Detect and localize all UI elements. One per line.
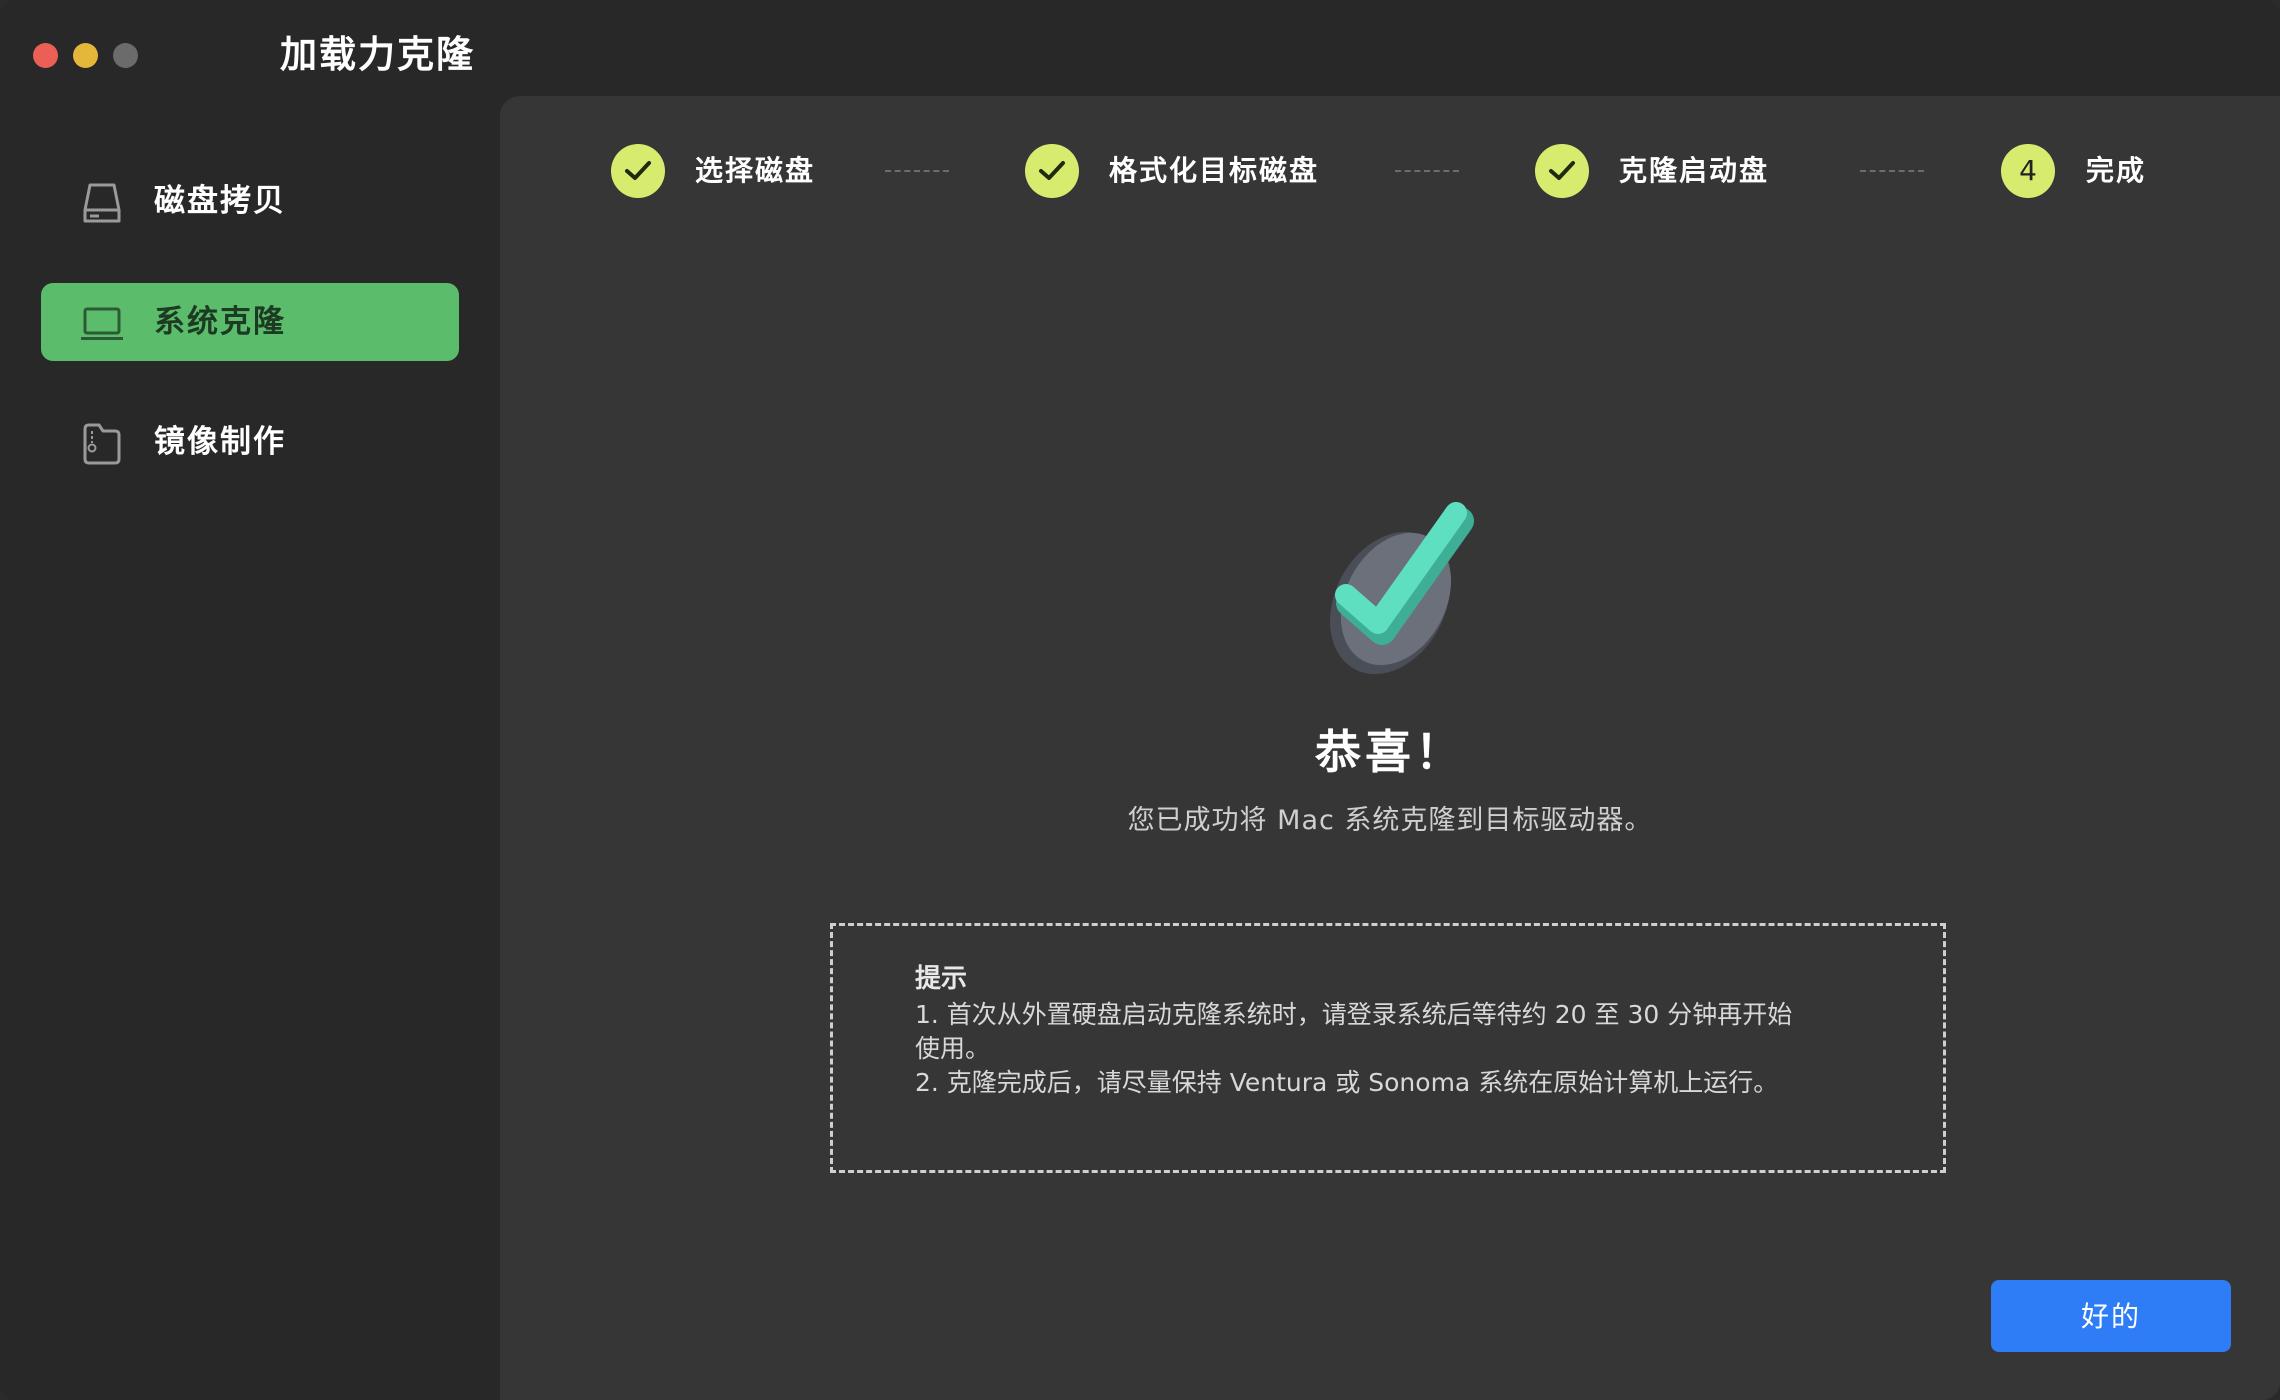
main-panel: 选择磁盘 格式化目标磁盘 克隆启动盘 4 完成 恭喜！ 您已成功将 Mac 系统… (500, 96, 2280, 1400)
app-window: 加载力克隆 磁盘拷贝 系统克隆 镜像制作 选择磁盘 格式化目标磁盘 克隆启动盘 … (0, 0, 2280, 1400)
sidebar: 磁盘拷贝 系统克隆 镜像制作 (0, 96, 500, 1400)
sidebar-item-label: 磁盘拷贝 (154, 183, 286, 219)
ok-button[interactable]: 好的 (1991, 1280, 2231, 1352)
step-label-select-disk: 选择磁盘 (695, 154, 816, 187)
app-title: 加载力克隆 (280, 33, 475, 76)
sidebar-item-system-clone[interactable]: 系统克隆 (41, 283, 459, 361)
step-label-format-disk: 格式化目标磁盘 (1109, 154, 1320, 187)
step-number-badge: 4 (2001, 144, 2055, 198)
sidebar-item-image-creation[interactable]: 镜像制作 (41, 403, 459, 481)
success-message: 您已成功将 Mac 系统克隆到目标驱动器。 (1127, 805, 1653, 836)
tips-title: 提示 (915, 964, 968, 994)
success-title: 恭喜！ (1315, 725, 1465, 779)
step-done-check-icon (1025, 144, 1079, 198)
step-done-check-icon (611, 144, 665, 198)
sidebar-item-label: 镜像制作 (154, 424, 286, 460)
tips-line: 1. 首次从外置硬盘启动克隆系统时，请登录系统后等待约 20 至 30 分钟再开… (915, 1000, 1793, 1029)
close-window-button[interactable] (33, 43, 58, 68)
minimize-window-button[interactable] (73, 43, 98, 68)
step-separator (1860, 170, 1924, 172)
step-done-check-icon (1535, 144, 1589, 198)
zoom-window-button[interactable] (113, 43, 138, 68)
sidebar-item-label: 系统克隆 (154, 304, 286, 340)
sidebar-item-disk-copy[interactable]: 磁盘拷贝 (41, 162, 459, 240)
step-separator (885, 170, 949, 172)
tips-box: 提示 1. 首次从外置硬盘启动克隆系统时，请登录系统后等待约 20 至 30 分… (830, 923, 1946, 1173)
image-file-icon (79, 421, 125, 467)
success-check-icon (1310, 491, 1510, 676)
laptop-icon (79, 301, 125, 347)
tips-line: 2. 克隆完成后，请尽量保持 Ventura 或 Sonoma 系统在原始计算机… (915, 1068, 1779, 1097)
step-label-clone-boot-disk: 克隆启动盘 (1619, 154, 1770, 187)
step-label-finish: 完成 (2086, 154, 2147, 187)
tips-line: 使用。 (915, 1034, 991, 1063)
step-separator (1395, 170, 1459, 172)
disk-icon (79, 180, 125, 226)
